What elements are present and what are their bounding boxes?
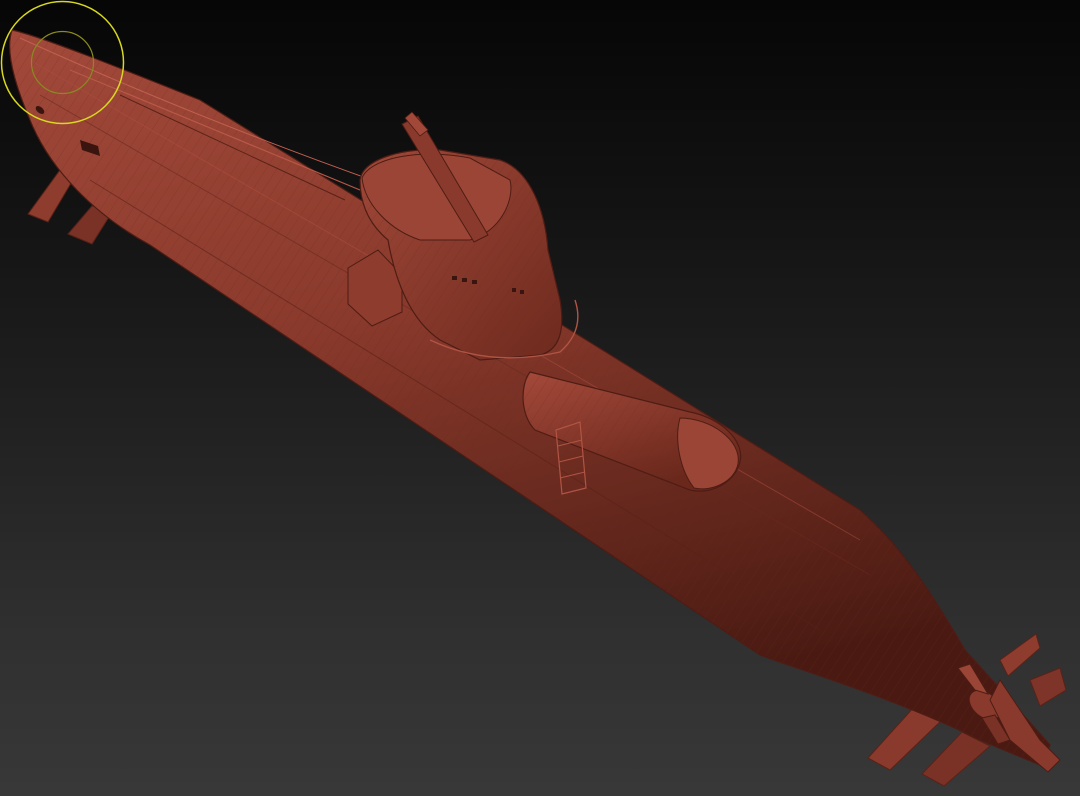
zbrush-viewport[interactable] (0, 0, 1080, 796)
submarine-model[interactable] (0, 0, 1080, 796)
brush-cursor (0, 0, 125, 125)
brush-outer-ring (0, 0, 125, 125)
stern-plane-right (1029, 667, 1067, 707)
stern-plane-top (999, 633, 1041, 677)
brush-inner-ring (30, 30, 95, 95)
